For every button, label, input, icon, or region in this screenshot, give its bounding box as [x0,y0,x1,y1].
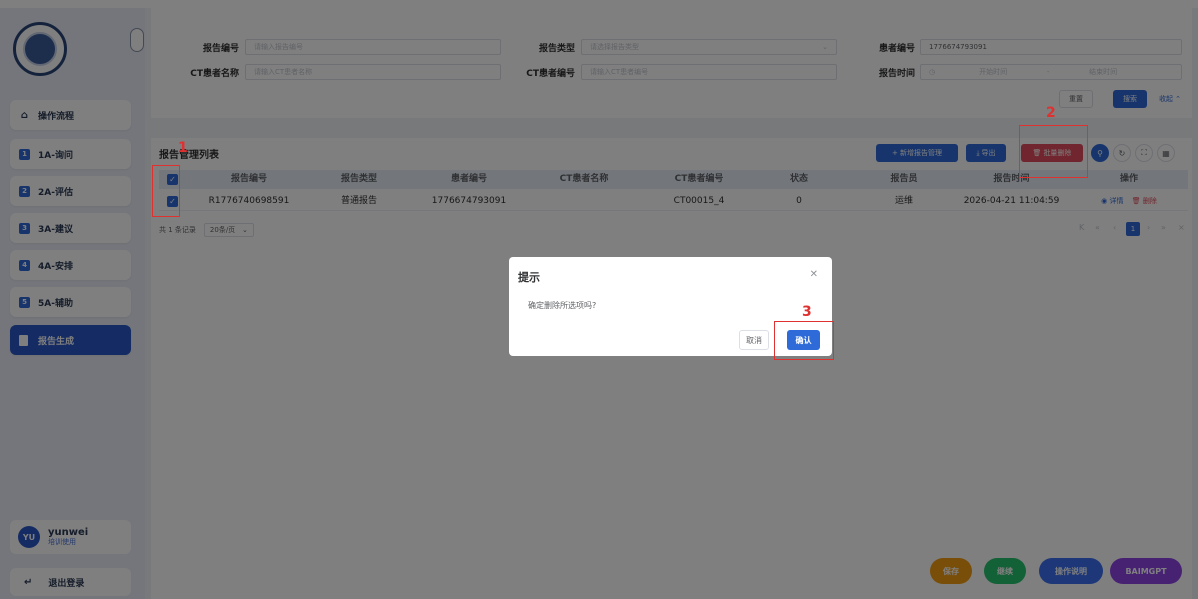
annotation-step-2: 2 [1046,105,1056,121]
close-icon[interactable]: ✕ [810,269,818,280]
dialog-title: 提示 [518,271,540,284]
annotation-box-2 [1019,125,1088,178]
app: ⌂ 操作流程 1 1A-询问 2 2A-评估 3 3A-建议 4 4A-安排 5… [0,0,1198,599]
dialog-message: 确定删除所选项吗? [528,301,597,310]
annotation-box-1 [152,165,180,217]
cancel-button[interactable]: 取消 [739,330,769,350]
annotation-step-3: 3 [802,304,812,320]
annotation-step-1: 1 [178,140,188,156]
annotation-box-3 [774,321,834,360]
